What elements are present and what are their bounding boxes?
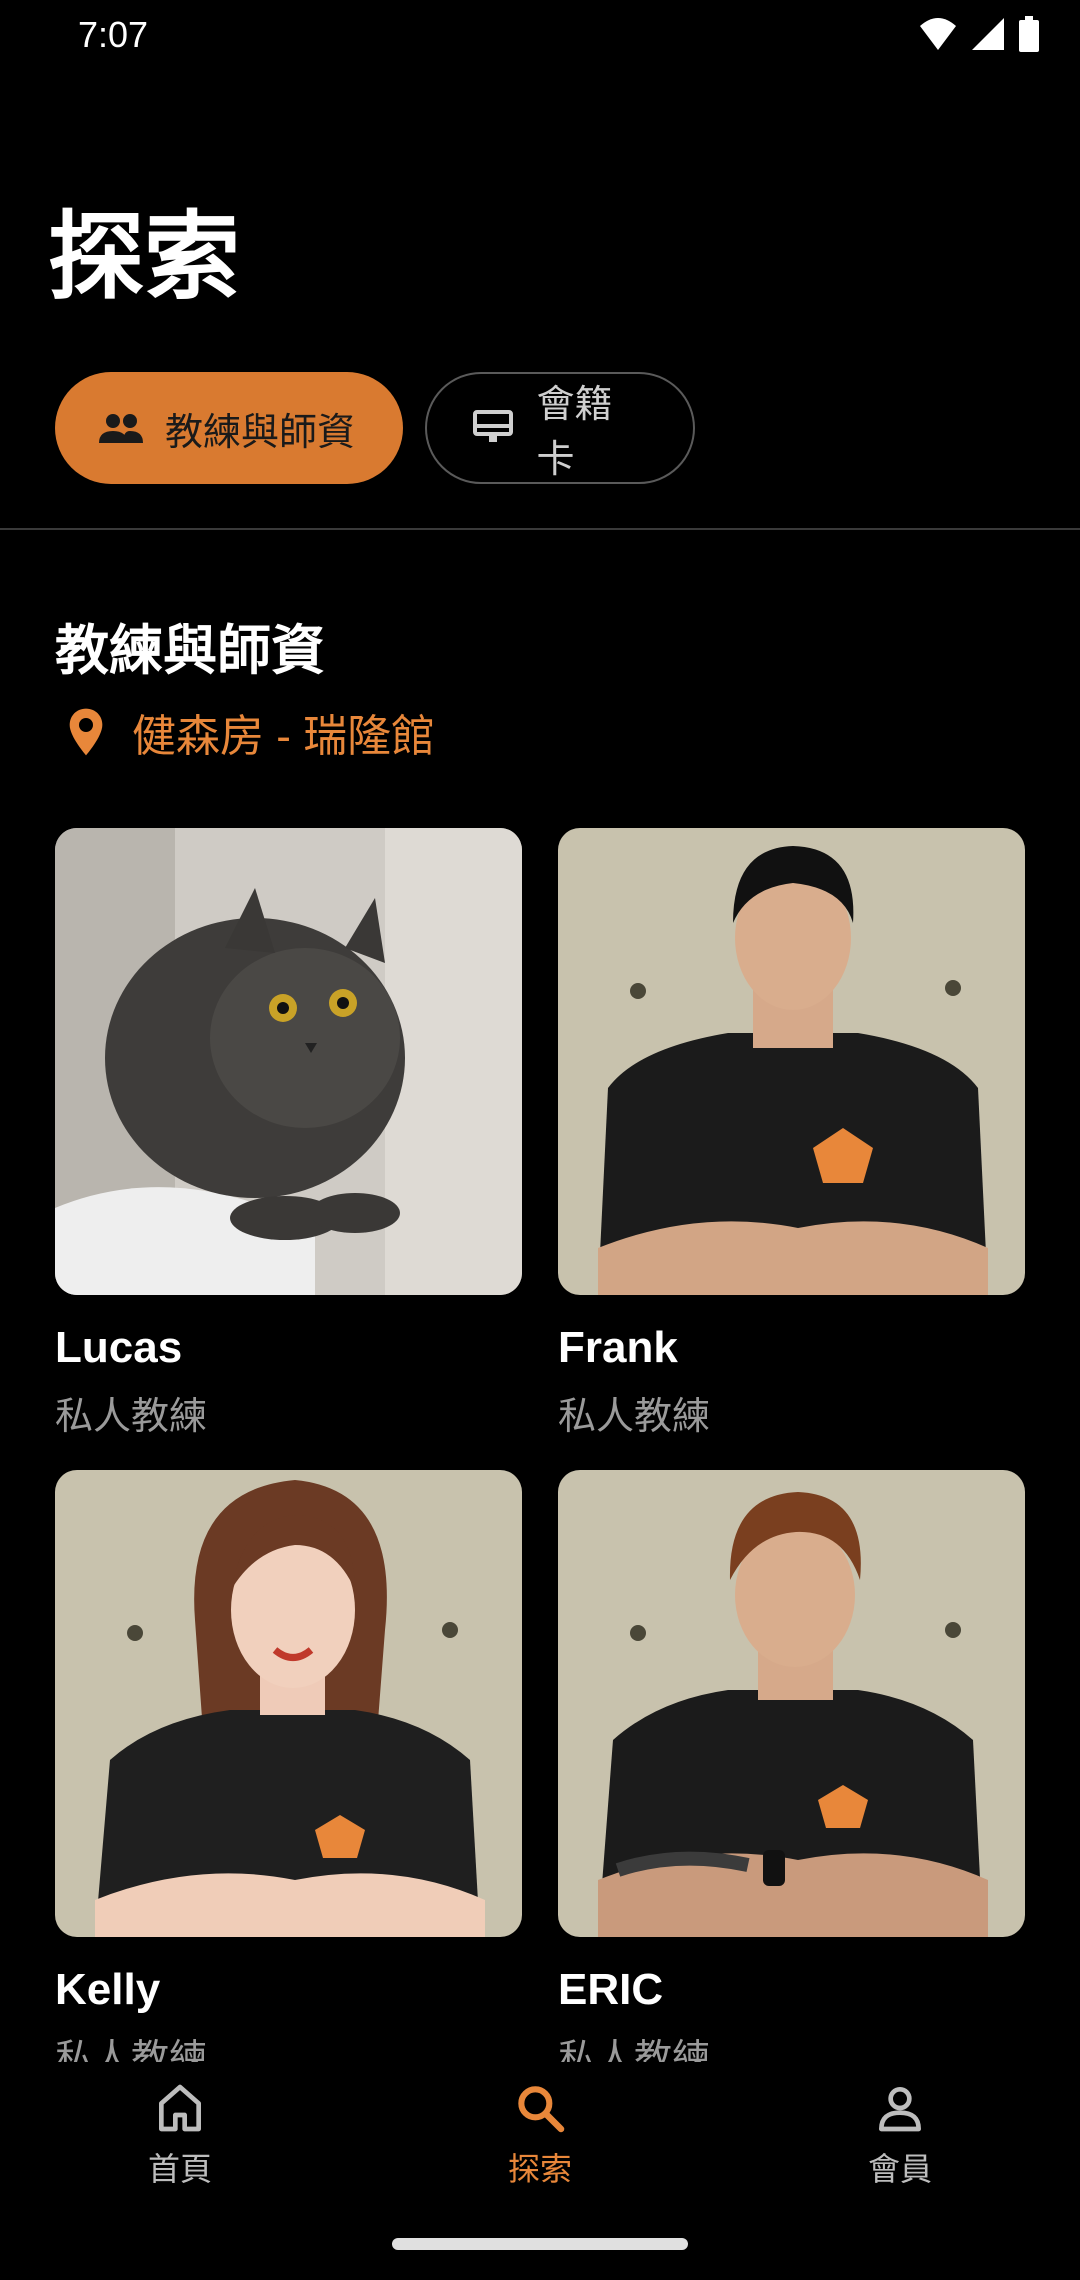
location-label: 健森房 - 瑞隆館 <box>132 712 436 761</box>
coach-role: 私人教練 <box>558 1396 711 1438</box>
search-icon <box>518 2086 565 2133</box>
status-bar: 7:07 <box>0 0 1080 72</box>
coach-card[interactable]: Lucas 私人教練 <box>55 828 522 1470</box>
signal-icon <box>972 18 1004 50</box>
page-title: 探索 <box>48 204 240 311</box>
nav-home[interactable]: 首頁 <box>80 2080 280 2190</box>
coach-card[interactable]: Frank 私人教練 <box>558 828 1025 1470</box>
coach-name: Kelly <box>55 1965 161 2014</box>
filter-chips: 教練與師資 會籍卡 <box>55 372 695 484</box>
tab-coaches-label: 教練與師資 <box>165 411 356 454</box>
nav-member-label: 會員 <box>867 2151 932 2187</box>
status-icons <box>918 16 1040 52</box>
section-title: 教練與師資 <box>55 621 325 681</box>
people-icon <box>99 406 143 450</box>
battery-icon <box>1019 16 1039 52</box>
coach-role: 私人教練 <box>55 1396 208 1438</box>
nav-home-label: 首頁 <box>147 2151 212 2187</box>
wifi-icon <box>920 18 956 50</box>
coach-grid: Lucas 私人教練 Frank 私人教練 Kelly 私人教練 ERIC 私人… <box>55 828 1025 2112</box>
coach-name: Frank <box>558 1323 678 1372</box>
coach-photo <box>55 828 522 1295</box>
home-indicator[interactable] <box>392 2238 688 2250</box>
coach-photo <box>558 1470 1025 1937</box>
nav-member[interactable]: 會員 <box>800 2080 1000 2190</box>
coach-name: ERIC <box>558 1965 664 2014</box>
divider <box>0 528 1080 530</box>
person-icon <box>879 2087 921 2132</box>
status-time: 7:07 <box>78 14 149 55</box>
coach-card[interactable]: ERIC 私人教練 <box>558 1470 1025 2112</box>
home-icon <box>159 2084 202 2132</box>
coach-card[interactable]: Kelly 私人教練 <box>55 1470 522 2112</box>
tab-coaches[interactable]: 教練與師資 <box>55 372 403 484</box>
tab-membership-card-label: 會籍卡 <box>536 384 613 481</box>
coach-name: Lucas <box>55 1323 183 1372</box>
tab-membership-card[interactable]: 會籍卡 <box>425 372 695 484</box>
coach-photo <box>558 828 1025 1295</box>
nav-explore[interactable]: 探索 <box>440 2080 640 2190</box>
location-pin-icon <box>58 704 114 760</box>
nav-explore-label: 探索 <box>507 2151 572 2187</box>
location-selector[interactable]: 健森房 - 瑞隆館 <box>58 700 435 764</box>
coach-photo <box>55 1470 522 1937</box>
card-icon <box>471 406 514 450</box>
